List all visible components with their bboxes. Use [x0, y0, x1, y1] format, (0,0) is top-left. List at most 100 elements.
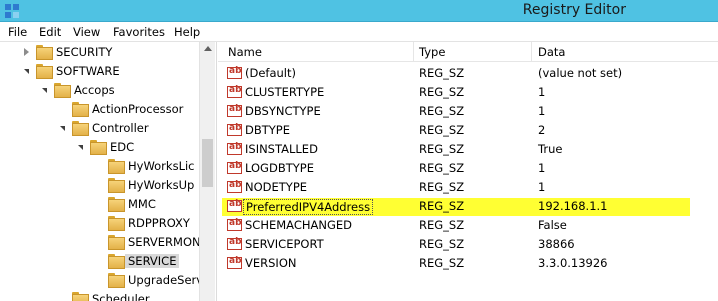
- value-name: CLUSTERTYPE: [245, 85, 325, 99]
- tree-item-label: HyWorksLic: [128, 159, 195, 173]
- column-data-header[interactable]: Data: [538, 45, 565, 59]
- value-row[interactable]: ab CLUSTERTYPE REG_SZ 1: [218, 83, 718, 102]
- tree-item-accops[interactable]: Accops: [0, 81, 199, 100]
- value-name: ISINSTALLED: [245, 142, 318, 156]
- value-data: 1: [538, 161, 546, 175]
- value-data: 3.3.0.13926: [538, 256, 608, 270]
- tree-item-label: SOFTWARE: [56, 64, 120, 78]
- scroll-thumb[interactable]: [202, 139, 213, 187]
- tree-item-rdpproxy[interactable]: RDPPROXY: [0, 214, 199, 233]
- value-type: REG_SZ: [419, 104, 465, 118]
- string-value-icon: ab: [227, 142, 242, 155]
- string-value-icon: ab: [227, 199, 242, 212]
- tree-item-service[interactable]: SERVICE: [0, 252, 199, 271]
- menu-view[interactable]: View: [73, 25, 100, 39]
- tree-item-label: UpgradeServ: [128, 273, 204, 287]
- tree-item-actionprocessor[interactable]: ActionProcessor: [0, 100, 199, 119]
- tree-item-label: SERVERMON: [128, 235, 201, 249]
- collapsed-arrow-icon[interactable]: [24, 48, 29, 56]
- string-value-icon: ab: [227, 123, 242, 136]
- value-name: DBSYNCTYPE: [245, 104, 321, 118]
- tree-item-hyworkslic[interactable]: HyWorksLic: [0, 157, 199, 176]
- string-value-icon: ab: [227, 237, 242, 250]
- folder-icon: [36, 64, 53, 79]
- string-value-icon: ab: [227, 104, 242, 117]
- tree-item-label: MMC: [128, 197, 156, 211]
- value-name: VERSION: [245, 256, 297, 270]
- value-row[interactable]: ab SERVICEPORT REG_SZ 38866: [218, 235, 718, 254]
- value-data: 1: [538, 180, 546, 194]
- value-row[interactable]: ab VERSION REG_SZ 3.3.0.13926: [218, 254, 718, 273]
- value-data: True: [538, 142, 563, 156]
- title-bar[interactable]: Registry Editor: [0, 0, 718, 22]
- value-row[interactable]: ab NODETYPE REG_SZ 1: [218, 178, 718, 197]
- window-title: Registry Editor: [522, 2, 626, 18]
- tree-item-upgradeserv[interactable]: UpgradeServ: [0, 271, 203, 290]
- column-type-header[interactable]: Type: [419, 45, 445, 59]
- value-name: SERVICEPORT: [245, 237, 324, 251]
- value-name: LOGDBTYPE: [245, 161, 314, 175]
- tree-item-label: SERVICE: [125, 254, 180, 268]
- value-data: 1: [538, 104, 546, 118]
- expanded-arrow-icon[interactable]: [60, 126, 65, 131]
- value-row[interactable]: ab PreferredIPV4Address REG_SZ 192.168.1.1: [218, 197, 718, 216]
- tree-item-software[interactable]: SOFTWARE: [0, 62, 199, 81]
- value-row[interactable]: ab ISINSTALLED REG_SZ True: [218, 140, 718, 159]
- tree-item-controller[interactable]: Controller: [0, 119, 199, 138]
- value-row[interactable]: ab DBTYPE REG_SZ 2: [218, 121, 718, 140]
- tree-item-label: Scheduler: [92, 292, 150, 301]
- folder-icon: [108, 254, 125, 269]
- string-value-icon: ab: [227, 85, 242, 98]
- value-type: REG_SZ: [419, 256, 465, 270]
- folder-icon: [108, 178, 125, 193]
- tree-item-mmc[interactable]: MMC: [0, 195, 199, 214]
- menu-edit[interactable]: Edit: [39, 25, 61, 39]
- string-value-icon: ab: [227, 161, 242, 174]
- menu-help[interactable]: Help: [174, 25, 200, 39]
- value-row[interactable]: ab DBSYNCTYPE REG_SZ 1: [218, 102, 718, 121]
- tree-item-servermon[interactable]: SERVERMON: [0, 233, 201, 252]
- tree-item-label: Controller: [92, 121, 149, 135]
- value-type: REG_SZ: [419, 85, 465, 99]
- menu-favorites[interactable]: Favorites: [113, 25, 165, 39]
- column-name-header[interactable]: Name: [228, 45, 262, 59]
- value-data: (value not set): [538, 66, 623, 80]
- folder-icon: [90, 140, 107, 155]
- tree-item-security[interactable]: SECURITY: [0, 43, 199, 62]
- folder-icon: [108, 273, 125, 288]
- expanded-arrow-icon[interactable]: [24, 69, 29, 74]
- string-value-icon: ab: [227, 256, 242, 269]
- menu-file[interactable]: File: [8, 25, 27, 39]
- value-data: 192.168.1.1: [538, 199, 608, 213]
- tree-item-label: SECURITY: [56, 45, 113, 59]
- value-row[interactable]: ab LOGDBTYPE REG_SZ 1: [218, 159, 718, 178]
- value-name: SCHEMACHANGED: [245, 218, 353, 232]
- value-data: 38866: [538, 237, 575, 251]
- folder-icon: [36, 45, 53, 60]
- expanded-arrow-icon[interactable]: [78, 145, 83, 150]
- value-name: (Default): [245, 66, 296, 80]
- folder-icon: [72, 292, 89, 301]
- menu-bar: File Edit View Favorites Help: [0, 22, 718, 42]
- tree-item-label: ActionProcessor: [92, 102, 184, 116]
- tree-item-label: HyWorksUp: [128, 178, 195, 192]
- value-row[interactable]: ab SCHEMACHANGED REG_SZ False: [218, 216, 718, 235]
- expanded-arrow-icon[interactable]: [42, 88, 47, 93]
- value-data: False: [538, 218, 567, 232]
- tree-item-edc[interactable]: EDC: [0, 138, 199, 157]
- value-type: REG_SZ: [419, 142, 465, 156]
- tree-item-label: RDPPROXY: [128, 216, 190, 230]
- values-list: Name Type Data ab (Default) REG_SZ (value n…: [218, 42, 718, 301]
- value-type: REG_SZ: [419, 123, 465, 137]
- value-name: DBTYPE: [245, 123, 290, 137]
- tree-item-scheduler[interactable]: Scheduler: [0, 290, 199, 301]
- tree-item-hyworksup[interactable]: HyWorksUp: [0, 176, 199, 195]
- value-row[interactable]: ab (Default) REG_SZ (value not set): [218, 64, 718, 83]
- scroll-up-icon[interactable]: [204, 46, 212, 51]
- key-tree[interactable]: SECURITY SOFTWARE Accops ActionProcessor Con…: [0, 42, 217, 301]
- value-data: 1: [538, 85, 546, 99]
- value-type: REG_SZ: [419, 237, 465, 251]
- folder-icon: [54, 83, 71, 98]
- folder-icon: [108, 159, 125, 174]
- tree-scrollbar[interactable]: [199, 42, 215, 301]
